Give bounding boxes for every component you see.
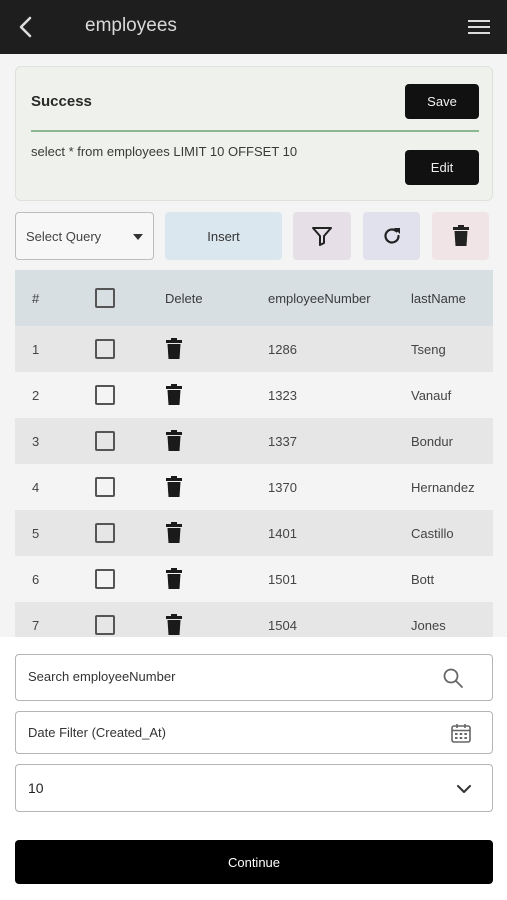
row-checkbox[interactable] [95, 615, 115, 635]
status-title: Success [31, 93, 92, 110]
save-button[interactable]: Save [405, 84, 479, 119]
continue-button[interactable]: Continue [15, 840, 493, 884]
status-divider [31, 130, 479, 132]
edit-button[interactable]: Edit [405, 150, 479, 185]
search-placeholder: Search employeeNumber [28, 669, 176, 684]
table-row[interactable]: 7 1504 Jones [15, 602, 493, 637]
search-input[interactable]: Search employeeNumber [15, 654, 493, 701]
last-name-cell: Hernandez [411, 480, 475, 495]
trash-icon[interactable] [165, 614, 183, 636]
data-table: # Delete employeeNumber lastName 1 1286 Ts… [15, 270, 493, 637]
header-last-name: lastName [411, 291, 466, 306]
row-checkbox[interactable] [95, 385, 115, 405]
arrow-back-icon[interactable] [14, 14, 40, 40]
last-name-cell: Castillo [411, 526, 454, 541]
header-employee-number: employeeNumber [268, 291, 371, 306]
employee-number-cell: 1501 [268, 572, 297, 587]
search-icon[interactable] [442, 667, 464, 689]
last-name-cell: Jones [411, 618, 446, 633]
row-index: 2 [32, 388, 40, 403]
row-index: 3 [32, 434, 40, 449]
employee-number-cell: 1286 [268, 342, 297, 357]
last-name-cell: Vanauf [411, 388, 452, 403]
table-row[interactable]: 2 1323 Vanauf [15, 372, 493, 418]
header-delete: Delete [165, 291, 203, 306]
delete-all-button[interactable] [432, 212, 489, 260]
select-query-dropdown[interactable]: Select Query [15, 212, 154, 260]
row-index: 7 [32, 618, 40, 633]
page-title: employees [85, 15, 177, 36]
hamburger-menu-icon[interactable] [467, 19, 491, 35]
filter-sheet: Search employeeNumber Date Filter (Creat… [0, 637, 507, 900]
limit-value: 10 [28, 780, 44, 796]
row-checkbox[interactable] [95, 431, 115, 451]
employee-number-cell: 1337 [268, 434, 297, 449]
refresh-button[interactable] [363, 212, 420, 260]
trash-icon[interactable] [165, 476, 183, 498]
table-row[interactable]: 1 1286 Tseng [15, 326, 493, 372]
caret-down-icon [133, 234, 143, 240]
row-index: 4 [32, 480, 40, 495]
row-checkbox[interactable] [95, 523, 115, 543]
row-checkbox[interactable] [95, 477, 115, 497]
trash-icon[interactable] [165, 430, 183, 452]
table-row[interactable]: 4 1370 Hernandez [15, 464, 493, 510]
row-index: 5 [32, 526, 40, 541]
select-all-checkbox[interactable] [95, 288, 115, 308]
employee-number-cell: 1401 [268, 526, 297, 541]
employee-number-cell: 1323 [268, 388, 297, 403]
chevron-down-icon [457, 785, 471, 793]
date-filter-input[interactable]: Date Filter (Created_At) [15, 711, 493, 754]
calendar-icon[interactable] [450, 722, 472, 744]
row-checkbox[interactable] [95, 339, 115, 359]
employee-number-cell: 1504 [268, 618, 297, 633]
trash-icon[interactable] [165, 568, 183, 590]
row-index: 6 [32, 572, 40, 587]
refresh-icon [383, 228, 400, 244]
toolbar: Select Query Insert [0, 212, 507, 262]
header-index: # [32, 291, 40, 306]
table-row[interactable]: 5 1401 Castillo [15, 510, 493, 556]
limit-select[interactable]: 10 [15, 764, 493, 812]
filter-button[interactable] [293, 212, 351, 260]
trash-icon[interactable] [165, 522, 183, 544]
query-status-card: Success Save select * from employees LIM… [15, 66, 493, 201]
last-name-cell: Bott [411, 572, 435, 587]
trash-icon [452, 225, 469, 246]
query-text: select * from employees LIMIT 10 OFFSET … [31, 144, 298, 159]
row-checkbox[interactable] [95, 569, 115, 589]
table-row[interactable]: 6 1501 Bott [15, 556, 493, 602]
table-body: 1 1286 Tseng 2 1323 Vanauf 3 1337 Bondur 4 1370 Her… [15, 326, 493, 637]
trash-icon[interactable] [165, 384, 183, 406]
trash-icon[interactable] [165, 338, 183, 360]
row-index: 1 [32, 342, 40, 357]
employee-number-cell: 1370 [268, 480, 297, 495]
page-content: Success Save select * from employees LIM… [0, 54, 507, 637]
last-name-cell: Bondur [411, 434, 453, 449]
last-name-cell: Tseng [411, 342, 446, 357]
select-query-label: Select Query [26, 229, 102, 244]
insert-button[interactable]: Insert [165, 212, 282, 260]
table-header: # Delete employeeNumber lastName [15, 270, 493, 326]
date-filter-placeholder: Date Filter (Created_At) [28, 725, 166, 740]
filter-icon [312, 227, 332, 246]
app-bar: employees [0, 0, 507, 54]
table-row[interactable]: 3 1337 Bondur [15, 418, 493, 464]
